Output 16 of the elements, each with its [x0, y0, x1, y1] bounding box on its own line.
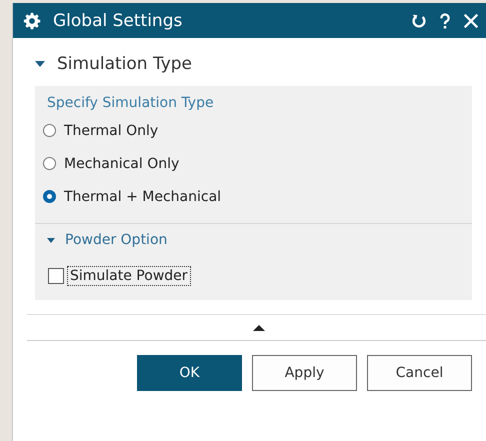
group-label: Specify Simulation Type: [46, 94, 215, 113]
cancel-button[interactable]: Cancel: [367, 355, 472, 391]
window-title: Global Settings: [53, 10, 184, 30]
apply-button[interactable]: Apply: [252, 355, 357, 391]
ok-button[interactable]: OK: [137, 355, 242, 391]
settings-icon: [23, 12, 41, 30]
checkbox[interactable]: [48, 268, 64, 284]
radio-option[interactable]: Mechanical Only: [35, 147, 472, 180]
checkbox-label[interactable]: Simulate Powder: [67, 266, 191, 286]
close-icon[interactable]: [462, 12, 480, 30]
reset-icon[interactable]: [410, 12, 428, 30]
radio-option[interactable]: Thermal + Mechanical: [35, 180, 472, 213]
section-header[interactable]: Simulation Type: [35, 52, 472, 76]
radio-option[interactable]: Thermal Only: [35, 114, 472, 147]
subsection-header[interactable]: Powder Option: [35, 224, 472, 256]
collapse-icon[interactable]: [252, 324, 264, 330]
